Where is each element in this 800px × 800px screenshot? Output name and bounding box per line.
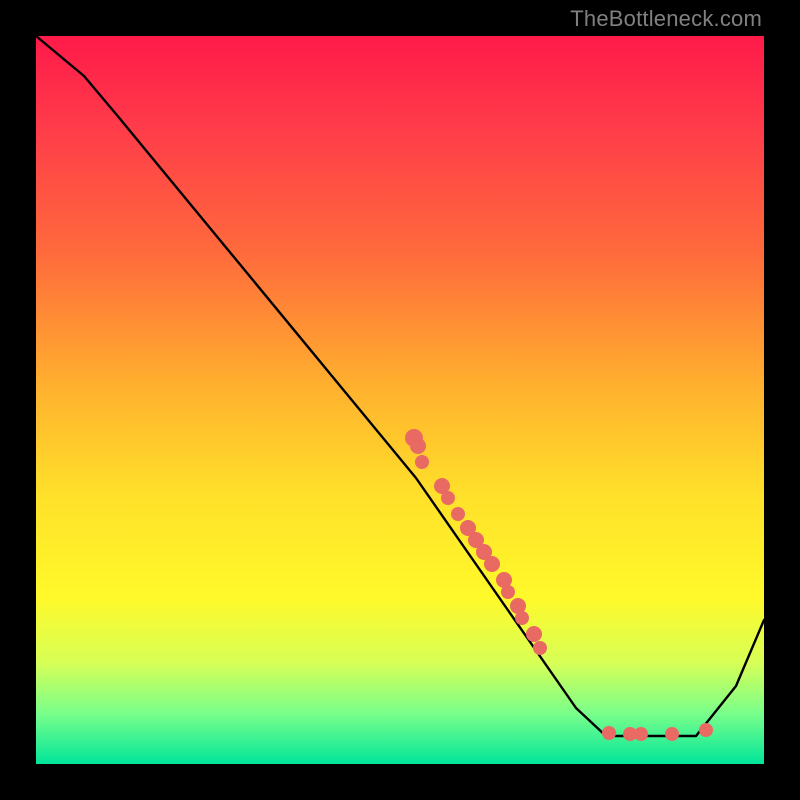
data-marker <box>451 507 465 521</box>
data-marker <box>602 726 616 740</box>
chart-overlay <box>36 36 764 764</box>
data-marker <box>665 727 679 741</box>
data-marker <box>515 611 529 625</box>
data-marker <box>441 491 455 505</box>
plot-area <box>36 36 764 764</box>
data-marker <box>699 723 713 737</box>
data-marker <box>533 641 547 655</box>
data-marker <box>415 455 429 469</box>
marker-group <box>405 429 713 741</box>
data-marker <box>410 438 426 454</box>
data-marker <box>484 556 500 572</box>
watermark-label: TheBottleneck.com <box>570 6 762 32</box>
data-marker <box>501 585 515 599</box>
bottleneck-curve <box>36 36 764 736</box>
data-marker <box>526 626 542 642</box>
data-marker <box>634 727 648 741</box>
chart-frame: TheBottleneck.com <box>0 0 800 800</box>
